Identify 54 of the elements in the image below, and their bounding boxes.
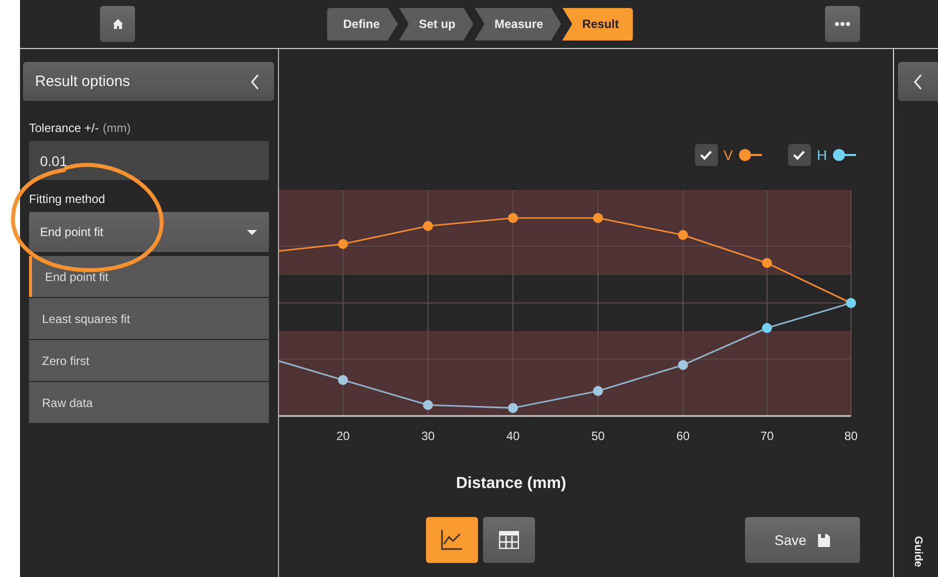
data-point <box>508 403 518 413</box>
dropdown-option[interactable]: Raw data <box>29 382 269 423</box>
axis-tick-label: 70 <box>760 429 774 443</box>
more-icon <box>835 22 850 26</box>
fitting-method-dropdown[interactable]: End point fit <box>29 212 269 252</box>
data-point <box>423 221 433 231</box>
caret-icon <box>247 230 257 234</box>
chevron-left-icon <box>913 74 923 90</box>
axis-tick-label: 60 <box>676 429 690 443</box>
data-point <box>593 386 603 396</box>
data-point <box>762 258 772 268</box>
panel-title: Result options <box>35 73 130 90</box>
step-tab[interactable]: Define <box>327 8 398 40</box>
back-button[interactable] <box>898 62 938 101</box>
axis-tick-label: 20 <box>336 429 350 443</box>
field-label: Fitting method <box>29 192 106 206</box>
home-icon <box>112 18 124 30</box>
dropdown-option[interactable]: Least squares fit <box>29 298 269 339</box>
legend-label: V <box>724 147 733 163</box>
unit-label: (mm) <box>102 121 131 135</box>
data-point <box>762 323 772 333</box>
axis-title: Distance (mm) <box>456 475 566 493</box>
axis-tick-label: 30 <box>421 429 435 443</box>
data-point <box>593 213 603 223</box>
field-label: Tolerance +/- <box>29 121 99 135</box>
legend-label: H <box>816 147 827 163</box>
step-tab[interactable]: Set up <box>398 8 474 40</box>
line-chart-icon <box>441 530 463 550</box>
guide-tab[interactable]: Guide <box>912 536 924 567</box>
data-point <box>678 360 688 370</box>
data-point <box>338 239 348 249</box>
check-icon <box>793 150 806 160</box>
dropdown-option[interactable]: Zero first <box>29 340 269 381</box>
more-button[interactable] <box>825 6 860 42</box>
step-tab[interactable]: Result <box>562 8 633 40</box>
check-icon <box>700 150 712 160</box>
save-button[interactable]: Save <box>745 517 860 563</box>
chevron-left-icon[interactable] <box>250 74 260 90</box>
table-icon <box>499 531 519 549</box>
axis-tick-label: 80 <box>844 429 858 443</box>
step-tab[interactable]: Measure <box>474 8 562 40</box>
chart-view-button[interactable] <box>426 517 478 563</box>
data-point <box>678 230 688 240</box>
axis-tick-label: 40 <box>506 429 520 443</box>
dropdown-option[interactable]: End point fit <box>29 256 269 297</box>
home-button[interactable] <box>100 6 135 42</box>
legend-checkbox[interactable] <box>694 144 718 166</box>
axis-tick-label: 50 <box>591 429 605 443</box>
data-point <box>338 375 348 385</box>
tolerance-field[interactable]: 0.01 <box>29 141 269 180</box>
legend-checkbox[interactable] <box>788 144 811 166</box>
data-point <box>423 400 433 410</box>
table-view-button[interactable] <box>483 517 535 563</box>
data-point <box>508 213 518 223</box>
